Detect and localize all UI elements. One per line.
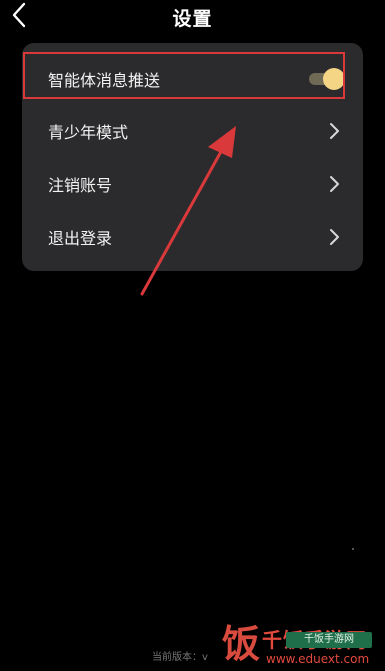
page-title: 设置 xyxy=(172,8,213,30)
version-text: 当前版本：v xyxy=(152,652,208,663)
settings-row-label: 智能体消息推送 xyxy=(48,71,161,90)
settings-row-logout[interactable]: 退出登录 xyxy=(22,211,363,263)
watermark-char: 饭 xyxy=(222,621,261,666)
header: 设置 xyxy=(0,0,385,32)
watermark-url: www.eduext.com xyxy=(266,652,370,666)
chevron-right-icon xyxy=(327,228,341,246)
toggle-knob xyxy=(323,68,345,90)
agent-push-toggle[interactable] xyxy=(309,68,345,90)
settings-row-label: 注销账号 xyxy=(48,176,113,195)
chevron-right-icon xyxy=(327,122,341,140)
settings-row-label: 青少年模式 xyxy=(48,123,129,142)
settings-row-cancel-account[interactable]: 注销账号 xyxy=(22,158,363,210)
chevron-right-icon xyxy=(327,175,341,193)
settings-row-teen-mode[interactable]: 青少年模式 xyxy=(22,105,363,157)
watermark-badge: 千饭手游网 xyxy=(286,632,372,648)
settings-card: 智能体消息推送 青少年模式 注销账号 退出登录 xyxy=(22,43,363,271)
settings-row-label: 退出登录 xyxy=(48,229,113,248)
settings-row-agent-push: 智能体消息推送 xyxy=(22,53,363,105)
stray-dot xyxy=(352,548,354,550)
